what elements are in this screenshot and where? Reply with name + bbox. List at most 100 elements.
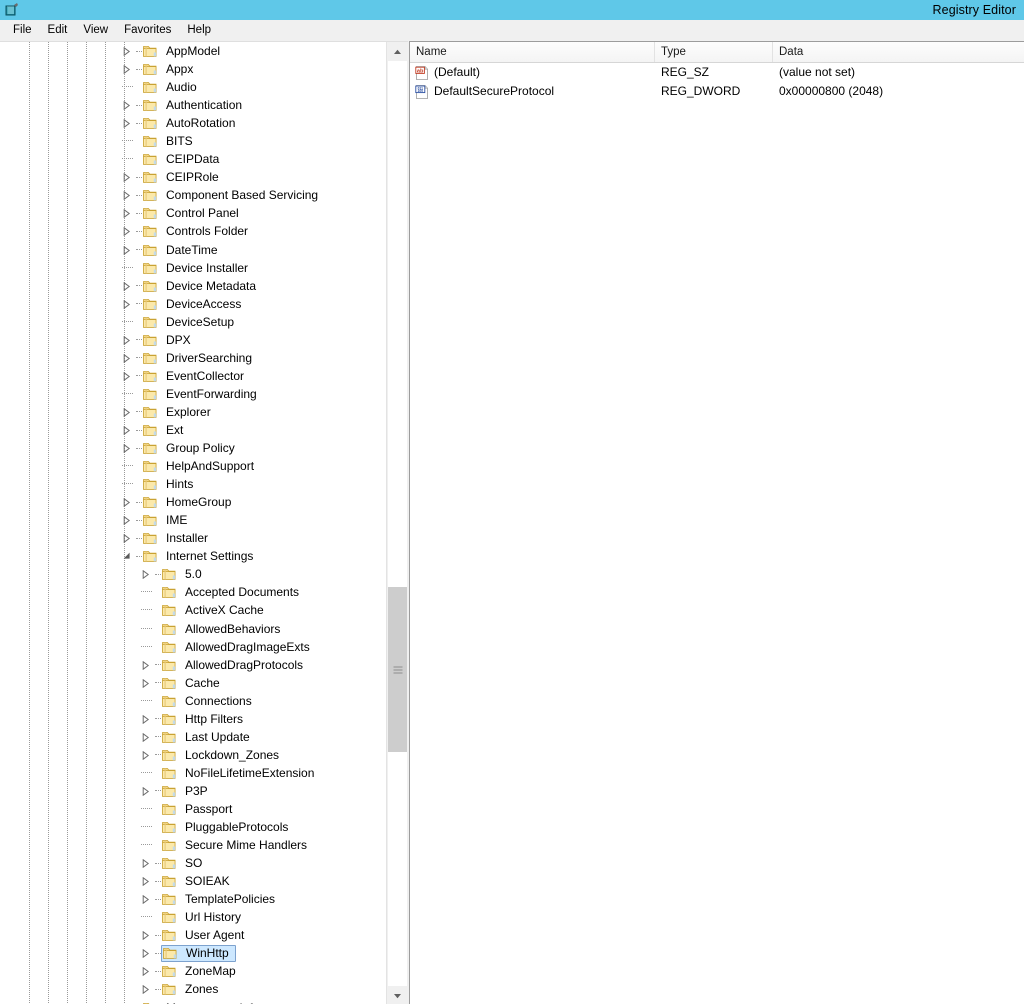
tree-node-cache[interactable]: Cache bbox=[0, 674, 386, 692]
tree-node-alloweddragimageexts[interactable]: AllowedDragImageExts bbox=[0, 638, 386, 656]
tree-node-http-filters[interactable]: Http Filters bbox=[0, 710, 386, 728]
expand-arrow-icon[interactable] bbox=[139, 944, 155, 962]
tree-node-lockdown-zones[interactable]: Lockdown_Zones bbox=[0, 746, 386, 764]
column-header-data[interactable]: Data bbox=[773, 42, 1024, 62]
tree-node-passport[interactable]: Passport bbox=[0, 800, 386, 818]
expand-arrow-icon[interactable] bbox=[139, 728, 155, 746]
tree-node-zonemap[interactable]: ZoneMap bbox=[0, 962, 386, 980]
expand-arrow-icon[interactable] bbox=[120, 421, 136, 439]
expand-arrow-icon[interactable] bbox=[120, 60, 136, 78]
tree-node-templatepolicies[interactable]: TemplatePolicies bbox=[0, 890, 386, 908]
tree-node-helpandsupport[interactable]: HelpAndSupport bbox=[0, 457, 386, 475]
value-row[interactable]: ab (Default) REG_SZ (value not set) bbox=[410, 63, 1024, 82]
tree-node-pluggableprotocols[interactable]: PluggableProtocols bbox=[0, 818, 386, 836]
registry-key-tree[interactable]: AppModel Appx Audio Authentication AutoRotat… bbox=[0, 42, 386, 1004]
expand-arrow-icon[interactable] bbox=[139, 926, 155, 944]
tree-node-appx[interactable]: Appx bbox=[0, 60, 386, 78]
column-header-type[interactable]: Type bbox=[655, 42, 773, 62]
tree-node-ime[interactable]: IME bbox=[0, 511, 386, 529]
expand-arrow-icon[interactable] bbox=[120, 42, 136, 60]
tree-node-so[interactable]: SO bbox=[0, 854, 386, 872]
tree-node-alloweddragprotocols[interactable]: AllowedDragProtocols bbox=[0, 656, 386, 674]
expand-arrow-icon[interactable] bbox=[120, 241, 136, 259]
expand-arrow-icon[interactable] bbox=[120, 168, 136, 186]
tree-node-internet-settings[interactable]: Internet Settings bbox=[0, 547, 386, 565]
expand-arrow-icon[interactable] bbox=[120, 439, 136, 457]
tree-node-eventforwarding[interactable]: EventForwarding bbox=[0, 385, 386, 403]
tree-node-ext[interactable]: Ext bbox=[0, 421, 386, 439]
tree-node-explorer[interactable]: Explorer bbox=[0, 403, 386, 421]
tree-node-url-history[interactable]: Url History bbox=[0, 908, 386, 926]
expand-arrow-icon[interactable] bbox=[139, 980, 155, 998]
tree-node-datetime[interactable]: DateTime bbox=[0, 241, 386, 259]
title-bar[interactable]: Registry Editor bbox=[0, 0, 1024, 20]
menu-item-help[interactable]: Help bbox=[179, 21, 219, 39]
tree-node-ceipdata[interactable]: CEIPData bbox=[0, 150, 386, 168]
expand-arrow-icon[interactable] bbox=[120, 529, 136, 547]
tree-node-deviceaccess[interactable]: DeviceAccess bbox=[0, 295, 386, 313]
tree-node-p3p[interactable]: P3P bbox=[0, 782, 386, 800]
expand-arrow-icon[interactable] bbox=[120, 511, 136, 529]
tree-node-device-metadata[interactable]: Device Metadata bbox=[0, 277, 386, 295]
tree-node-soieak[interactable]: SOIEAK bbox=[0, 872, 386, 890]
expand-arrow-icon[interactable] bbox=[120, 204, 136, 222]
tree-node-accepted-documents[interactable]: Accepted Documents bbox=[0, 583, 386, 601]
expand-arrow-icon[interactable] bbox=[139, 565, 155, 583]
expand-arrow-icon[interactable] bbox=[139, 962, 155, 980]
expand-arrow-icon[interactable] bbox=[120, 186, 136, 204]
tree-node-last-update[interactable]: Last Update bbox=[0, 728, 386, 746]
tree-node-nofilelifetimeextension[interactable]: NoFileLifetimeExtension bbox=[0, 764, 386, 782]
column-header-name[interactable]: Name bbox=[410, 42, 655, 62]
value-row[interactable]: 011 100 DefaultSecureProtocol REG_DWORD 0x00… bbox=[410, 82, 1024, 101]
tree-node-appmodel[interactable]: AppModel bbox=[0, 42, 386, 60]
menu-item-file[interactable]: File bbox=[5, 21, 40, 39]
tree-node-5-0[interactable]: 5.0 bbox=[0, 565, 386, 583]
expand-arrow-icon[interactable] bbox=[120, 349, 136, 367]
tree-node-allowedbehaviors[interactable]: AllowedBehaviors bbox=[0, 620, 386, 638]
tree-node-dpx[interactable]: DPX bbox=[0, 331, 386, 349]
expand-arrow-icon[interactable] bbox=[120, 96, 136, 114]
tree-scrollbar-thumb[interactable] bbox=[388, 587, 407, 752]
expand-arrow-icon[interactable] bbox=[139, 872, 155, 890]
tree-node-bits[interactable]: BITS bbox=[0, 132, 386, 150]
expand-arrow-icon[interactable] bbox=[139, 890, 155, 908]
expand-arrow-icon[interactable] bbox=[139, 656, 155, 674]
tree-node-device-installer[interactable]: Device Installer bbox=[0, 259, 386, 277]
tree-node-zones[interactable]: Zones bbox=[0, 980, 386, 998]
tree-node-connections[interactable]: Connections bbox=[0, 692, 386, 710]
expand-arrow-icon[interactable] bbox=[139, 746, 155, 764]
expand-arrow-icon[interactable] bbox=[120, 403, 136, 421]
expand-arrow-icon[interactable] bbox=[120, 114, 136, 132]
tree-node-devicesetup[interactable]: DeviceSetup bbox=[0, 313, 386, 331]
expand-arrow-icon[interactable] bbox=[139, 854, 155, 872]
expand-arrow-icon[interactable] bbox=[139, 674, 155, 692]
expand-arrow-icon[interactable] bbox=[120, 295, 136, 313]
menu-item-edit[interactable]: Edit bbox=[40, 21, 76, 39]
selected-node-highlight[interactable]: WinHttp bbox=[161, 944, 236, 962]
expand-arrow-icon[interactable] bbox=[120, 367, 136, 385]
tree-node-homegroup[interactable]: HomeGroup bbox=[0, 493, 386, 511]
tree-scrollbar-track[interactable] bbox=[388, 61, 407, 986]
expand-arrow-icon[interactable] bbox=[120, 493, 136, 511]
menu-item-view[interactable]: View bbox=[75, 21, 116, 39]
tree-scroll-down-button[interactable] bbox=[388, 986, 407, 1004]
menu-item-favorites[interactable]: Favorites bbox=[116, 21, 179, 39]
expand-arrow-icon[interactable] bbox=[120, 222, 136, 240]
tree-node-eventcollector[interactable]: EventCollector bbox=[0, 367, 386, 385]
tree-vertical-scrollbar[interactable] bbox=[386, 42, 408, 1004]
tree-node-installer[interactable]: Installer bbox=[0, 529, 386, 547]
tree-node-authentication[interactable]: Authentication bbox=[0, 96, 386, 114]
tree-node-ceiprole[interactable]: CEIPRole bbox=[0, 168, 386, 186]
tree-node-controls-folder[interactable]: Controls Folder bbox=[0, 222, 386, 240]
tree-node-secure-mime-handlers[interactable]: Secure Mime Handlers bbox=[0, 836, 386, 854]
tree-scroll-up-button[interactable] bbox=[388, 42, 407, 61]
expand-arrow-icon[interactable] bbox=[139, 782, 155, 800]
collapse-arrow-icon[interactable] bbox=[120, 547, 136, 565]
expand-arrow-icon[interactable] bbox=[120, 277, 136, 295]
tree-node-user-agent[interactable]: User Agent bbox=[0, 926, 386, 944]
tree-node-audio[interactable]: Audio bbox=[0, 78, 386, 96]
tree-node-component-based-servicing[interactable]: Component Based Servicing bbox=[0, 186, 386, 204]
tree-node-winhttp[interactable]: WinHttp bbox=[0, 944, 386, 962]
expand-arrow-icon[interactable] bbox=[139, 710, 155, 728]
tree-node-autorotation[interactable]: AutoRotation bbox=[0, 114, 386, 132]
